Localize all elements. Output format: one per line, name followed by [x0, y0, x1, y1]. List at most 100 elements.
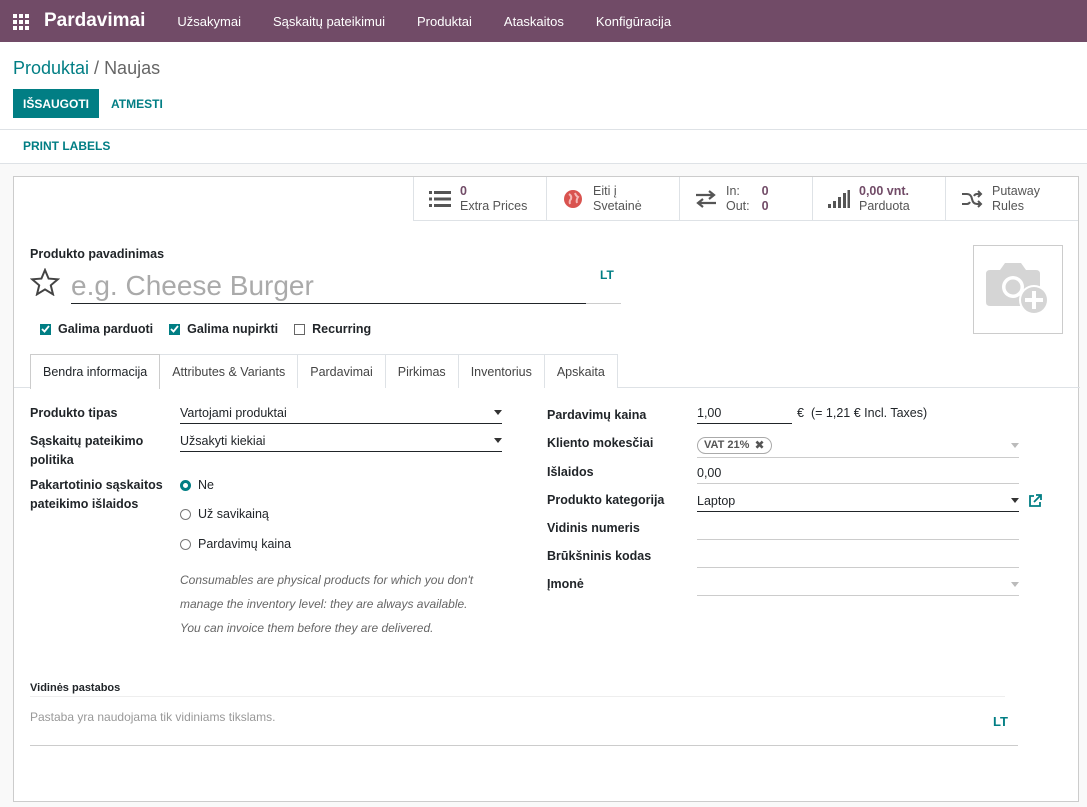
smart-button-box: 0 Extra Prices Eiti į Svetainė In: 0 Out… — [413, 177, 1078, 221]
notebook-tabs: Bendra informacija Attributes & Variants… — [14, 354, 1080, 389]
out-value: 0 — [761, 198, 769, 213]
nav-item-reporting[interactable]: Ataskaitos — [488, 14, 580, 29]
radio-sales-price-label: Pardavimų kaina — [198, 537, 292, 551]
sold-button[interactable]: 0,00 vnt. Parduota — [812, 177, 945, 221]
notes-top-border — [30, 696, 1005, 697]
dropdown-caret-icon — [494, 410, 502, 415]
product-type-help: Consumables are physical products for wh… — [180, 568, 510, 640]
camera-plus-icon — [982, 258, 1054, 321]
nav-item-products[interactable]: Produktai — [401, 14, 488, 29]
name-language-button[interactable]: LT — [600, 268, 614, 282]
reinvoice-label-line-2: pateikimo išlaidos — [30, 497, 139, 511]
checkbox-unchecked-icon — [294, 323, 306, 335]
internal-notes-input[interactable]: Pastaba yra naudojama tik vidiniams tiks… — [30, 710, 275, 724]
dropdown-caret-icon — [1011, 443, 1019, 448]
external-link-icon[interactable] — [1028, 494, 1042, 511]
cost-label: Išlaidos — [547, 465, 594, 479]
breadcrumb-separator: / — [89, 58, 105, 78]
can-be-sold-label: Galima parduoti — [58, 322, 154, 336]
recurring-checkbox[interactable]: Recurring — [294, 322, 371, 336]
divider — [0, 129, 1087, 130]
product-name-label: Produkto pavadinimas — [30, 247, 165, 261]
notes-language-button[interactable]: LT — [993, 714, 1008, 729]
dropdown-caret-icon — [494, 438, 502, 443]
radio-selected-icon — [180, 479, 191, 491]
reinvoice-label-line-1: Pakartotinio sąskaitos — [30, 478, 163, 492]
in-out-button[interactable]: In: 0 Out: 0 — [679, 177, 812, 221]
app-brand[interactable]: Pardavimai — [44, 10, 145, 32]
website-line-1: Eiti į — [593, 183, 617, 198]
reinvoice-radio-at-cost[interactable]: Už savikainą — [180, 507, 269, 521]
checkbox-checked-icon — [169, 323, 181, 335]
language-underline — [586, 303, 621, 304]
barcode-label: Brūkšninis kodas — [547, 549, 652, 563]
tab-general-information[interactable]: Bendra informacija — [30, 354, 161, 389]
reinvoice-radio-no[interactable]: Ne — [180, 478, 214, 492]
incl-taxes-text: (= 1,21 € Incl. Taxes) — [811, 406, 928, 420]
nav-item-to-invoice[interactable]: Sąskaitų pateikimui — [257, 14, 401, 29]
go-to-website-button[interactable]: Eiti į Svetainė — [546, 177, 679, 221]
radio-at-cost-label: Už savikainą — [198, 507, 269, 521]
tab-sales[interactable]: Pardavimai — [297, 354, 386, 388]
product-category-value: Laptop — [697, 493, 736, 508]
reinvoice-expenses-label: Pakartotinio sąskaitos pateikimo išlaido… — [30, 476, 163, 514]
barcode-input[interactable] — [697, 546, 1019, 568]
favorite-star-icon[interactable] — [29, 267, 61, 299]
invoicing-policy-select[interactable]: Užsakyti kiekiai — [180, 430, 502, 452]
customer-taxes-field[interactable]: VAT 21% ✖ — [697, 433, 1019, 458]
radio-unselected-icon — [180, 508, 191, 520]
internal-reference-input[interactable] — [697, 518, 1019, 540]
exchange-icon — [694, 189, 718, 208]
save-button[interactable]: IŠSAUGOTI — [13, 89, 100, 118]
tab-purchase[interactable]: Pirkimas — [384, 354, 459, 388]
putaway-rules-button[interactable]: Putaway Rules — [945, 177, 1078, 221]
dropdown-caret-icon — [1011, 498, 1019, 503]
product-category-label: Produkto kategorija — [547, 493, 665, 507]
apps-menu-icon[interactable] — [13, 14, 31, 30]
putaway-line-1: Putaway — [992, 183, 1040, 198]
top-navbar: Pardavimai Užsakymai Sąskaitų pateikimui… — [0, 0, 1087, 42]
checkbox-checked-icon — [40, 323, 51, 335]
cost-value: 0,00 — [697, 465, 722, 480]
nav-item-configuration[interactable]: Konfigūracija — [580, 14, 687, 29]
notes-bottom-border — [30, 745, 1018, 746]
extra-prices-label: Extra Prices — [460, 198, 528, 213]
recurring-label: Recurring — [312, 322, 372, 336]
company-select[interactable] — [697, 574, 1019, 596]
in-value: 0 — [761, 183, 769, 198]
sold-value: 0,00 vnt. — [859, 183, 910, 198]
internal-reference-label: Vidinis numeris — [547, 521, 640, 535]
extra-prices-button[interactable]: 0 Extra Prices — [413, 177, 546, 221]
radio-no-label: Ne — [198, 478, 214, 492]
breadcrumb-current: Naujas — [104, 58, 161, 78]
product-type-value: Vartojami produktai — [180, 405, 287, 420]
breadcrumb: Produktai / Naujas — [13, 58, 160, 79]
breadcrumb-parent[interactable]: Produktai — [13, 58, 89, 78]
sold-label: Parduota — [859, 198, 910, 213]
invoicing-policy-label-line-1: Sąskaitų pateikimo — [30, 434, 144, 448]
tab-attributes-variants[interactable]: Attributes & Variants — [159, 354, 299, 388]
product-image-upload[interactable] — [973, 245, 1063, 334]
nav-item-orders[interactable]: Užsakymai — [161, 14, 257, 29]
signal-bars-icon — [827, 189, 851, 208]
can-be-purchased-checkbox[interactable]: Galima nupirkti — [169, 322, 278, 336]
cost-input[interactable]: 0,00 — [697, 462, 1019, 484]
product-type-select[interactable]: Vartojami produktai — [180, 402, 502, 424]
dropdown-caret-icon — [1011, 582, 1019, 587]
can-be-sold-checkbox[interactable]: Galima parduoti — [40, 322, 153, 336]
list-icon — [428, 190, 452, 208]
remove-tag-icon[interactable]: ✖ — [754, 438, 764, 452]
invoicing-policy-label: Sąskaitų pateikimo politika — [30, 432, 143, 470]
tab-inventory[interactable]: Inventorius — [457, 354, 545, 388]
reinvoice-radio-sales-price[interactable]: Pardavimų kaina — [180, 537, 291, 551]
sales-price-input[interactable]: 1,00 — [697, 402, 792, 424]
sales-price-label: Pardavimų kaina — [547, 408, 647, 422]
customer-taxes-label: Kliento mokesčiai — [547, 436, 654, 450]
invoicing-policy-value: Užsakyti kiekiai — [180, 433, 266, 448]
product-category-select[interactable]: Laptop — [697, 490, 1019, 512]
product-name-input[interactable]: e.g. Cheese Burger — [71, 268, 586, 304]
tab-accounting[interactable]: Apskaita — [543, 354, 618, 388]
discard-button[interactable]: ATMESTI — [103, 89, 171, 118]
sales-price-value: 1,00 — [697, 405, 722, 420]
print-labels-button[interactable]: PRINT LABELS — [13, 134, 120, 158]
